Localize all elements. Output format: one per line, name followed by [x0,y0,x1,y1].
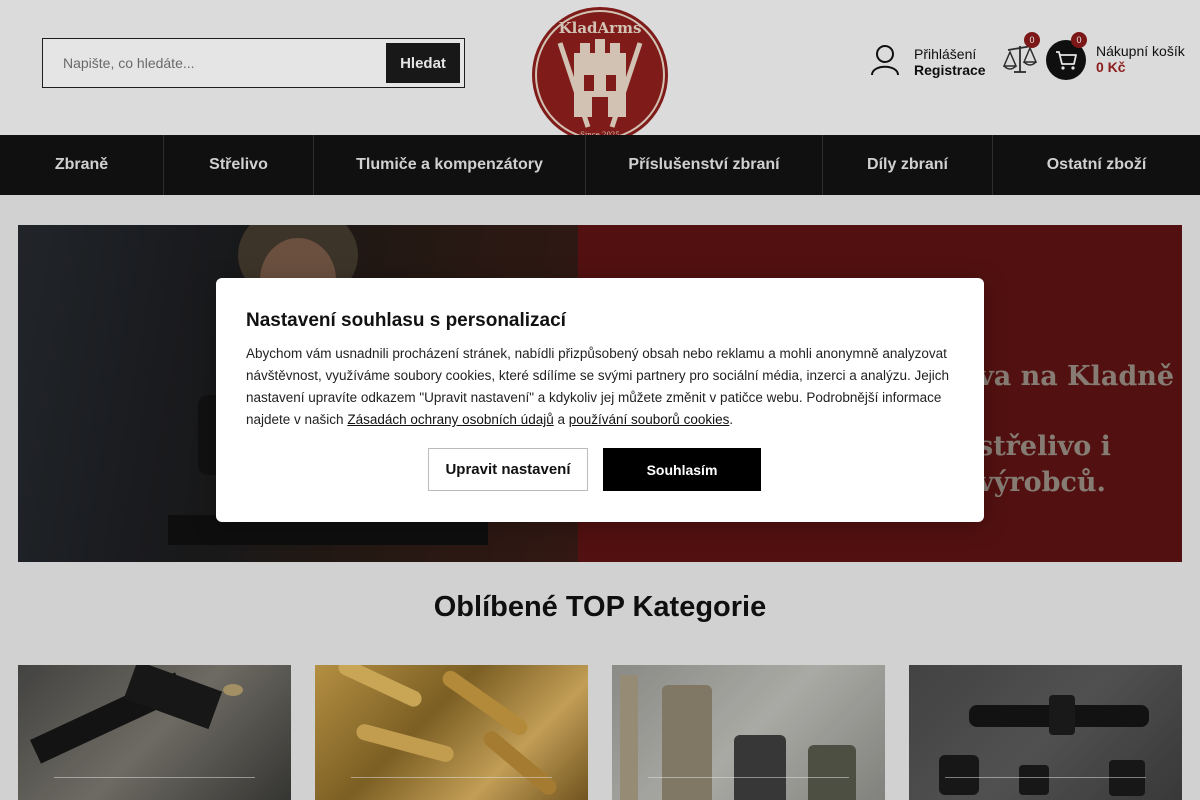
cookie-consent-modal: Nastavení souhlasu s personalizací Abych… [216,278,984,522]
edit-settings-button[interactable]: Upravit nastavení [428,448,588,491]
modal-title: Nastavení souhlasu s personalizací [246,310,566,331]
modal-text-and: a [553,412,569,427]
agree-button[interactable]: Souhlasím [603,448,761,491]
modal-text-end: . [729,412,734,427]
modal-text: Abychom vám usnadnili procházení stránek… [246,343,956,431]
cookies-policy-link[interactable]: používání souborů cookies [569,412,730,427]
privacy-policy-link[interactable]: Zásadách ochrany osobních údajů [347,412,553,427]
